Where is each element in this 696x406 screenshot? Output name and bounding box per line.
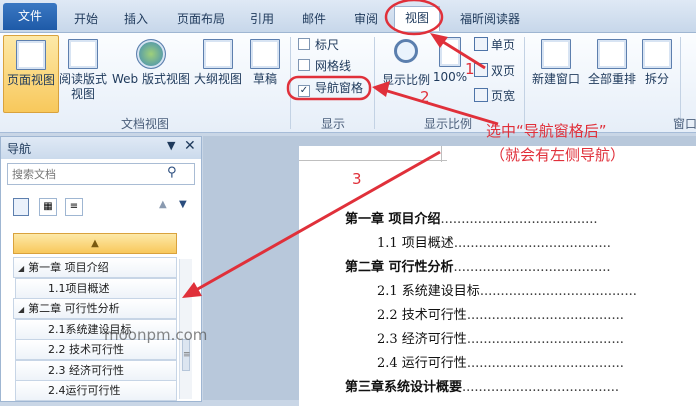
view-tab-highlight-circle [384,0,444,36]
annotation-note-line-1: 选中“导航窗格后” [486,122,607,140]
annotation-step-3: 3 [352,170,362,188]
annotation-arrows [182,0,499,298]
annotation-step-1: 1 [465,60,475,78]
arrow-to-nav-pane [383,88,499,126]
arrow-to-view-tab [439,38,486,70]
arrow-to-navigation [195,150,441,292]
arrowhead [430,33,448,48]
annotation-step-2: 2 [420,88,430,106]
annotation-note-line-2: （就会有左侧导航） [490,146,626,164]
arrowhead [372,81,390,97]
nav-pane-highlight-box [286,75,372,101]
